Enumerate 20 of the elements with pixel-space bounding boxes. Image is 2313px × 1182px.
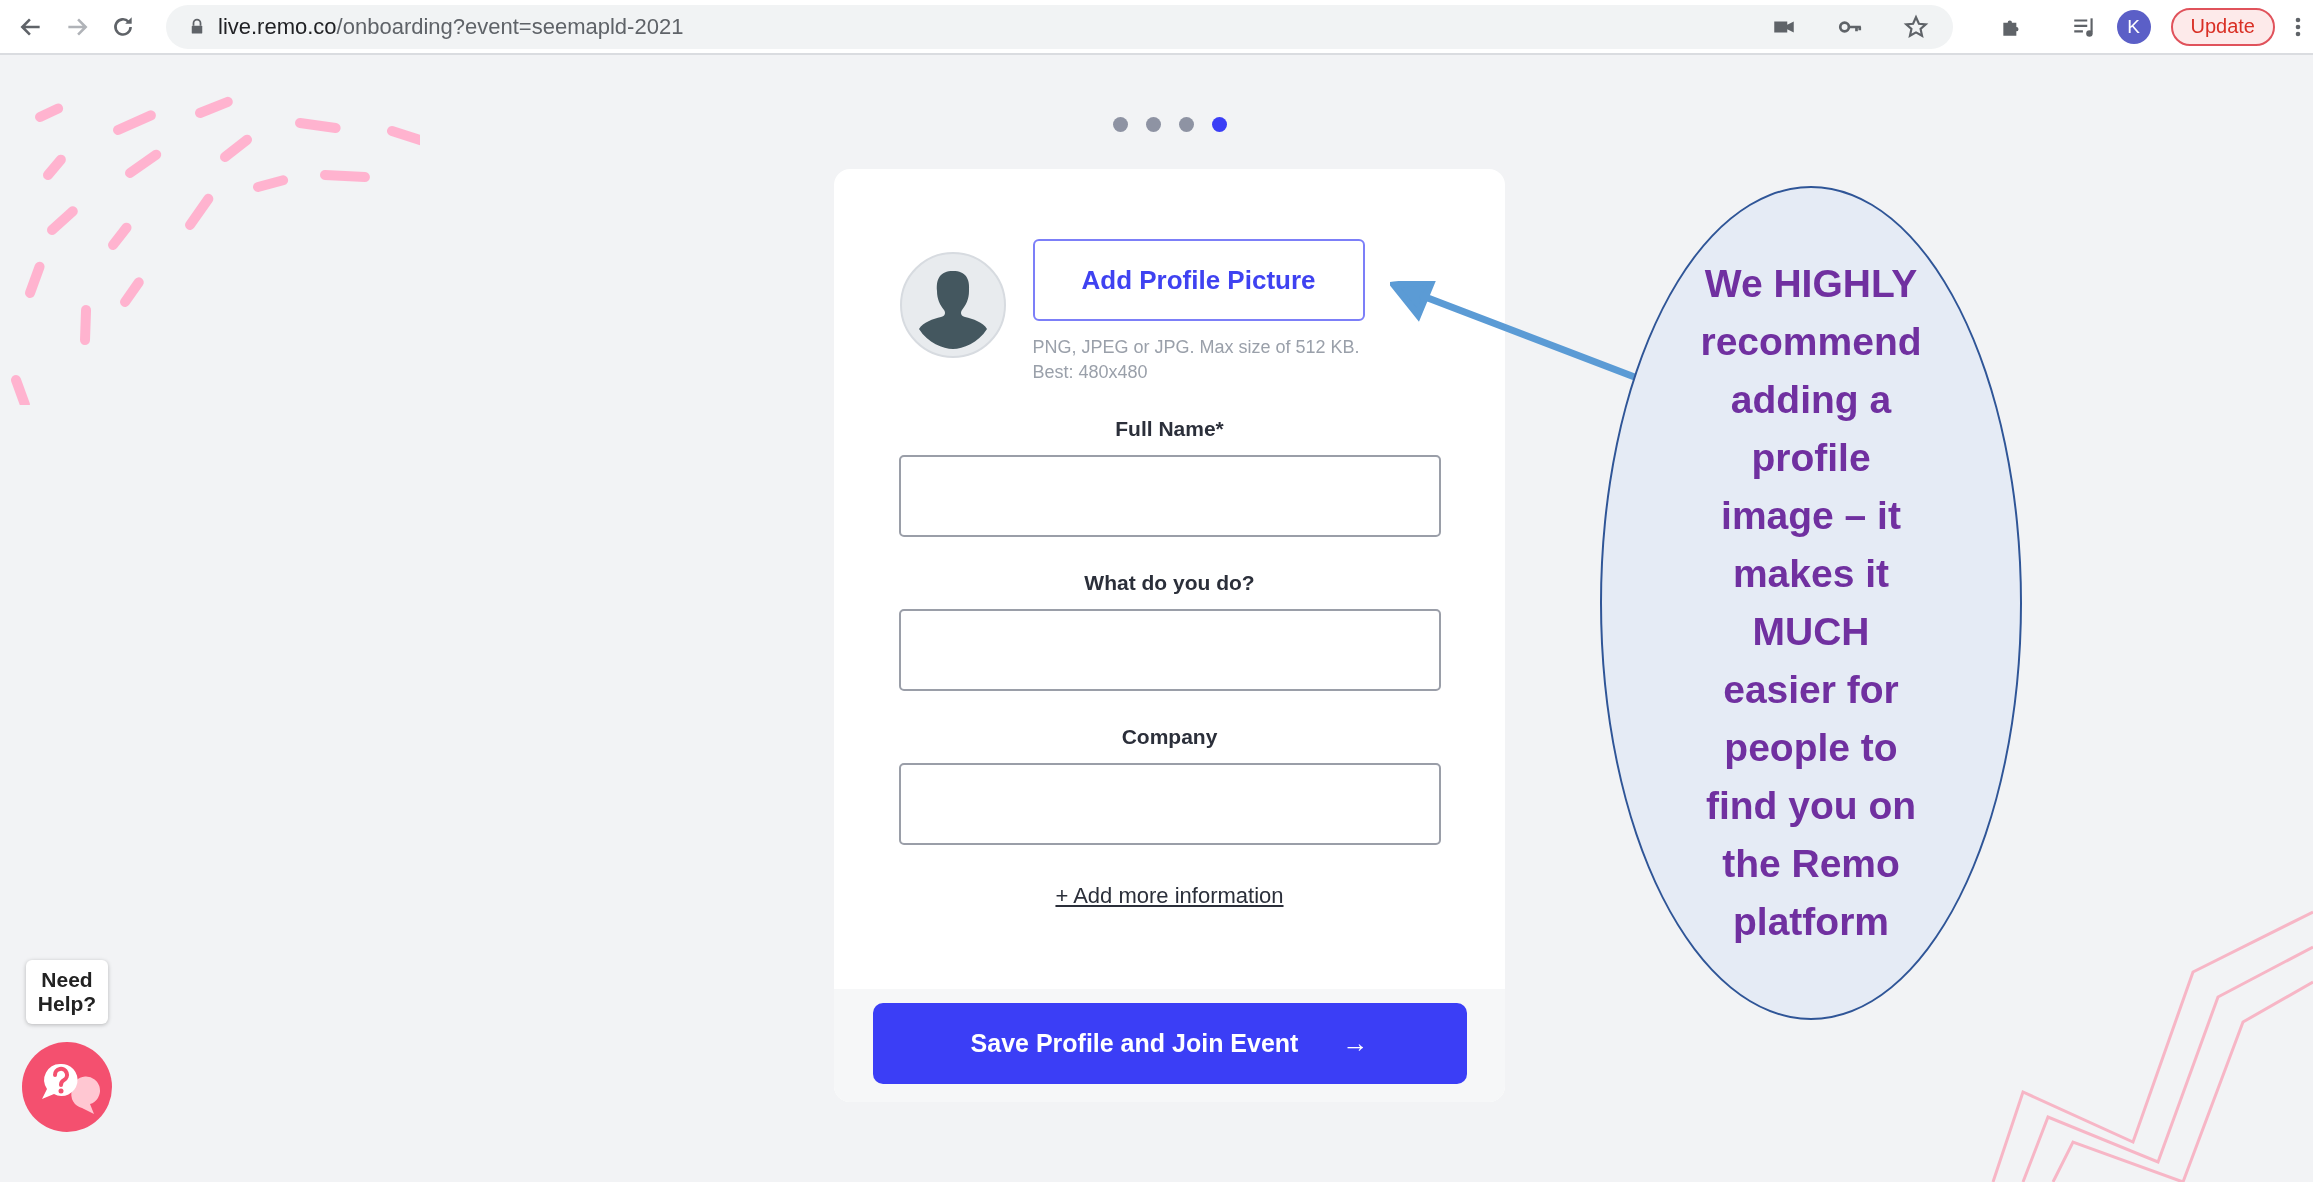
lock-icon bbox=[190, 18, 204, 35]
add-profile-picture-button[interactable]: Add Profile Picture bbox=[1032, 239, 1365, 321]
upload-hint-text: PNG, JPEG or JPG. Max size of 512 KB. bbox=[1032, 337, 1361, 358]
input-field[interactable] bbox=[898, 455, 1441, 537]
star-icon[interactable] bbox=[1902, 13, 1929, 40]
need-help-tooltip: Need Help? bbox=[26, 960, 108, 1024]
add-more-information-link[interactable]: + Add more information bbox=[1055, 883, 1284, 909]
address-text[interactable]: live.remo.co/onboarding?event=seemapld-2021 bbox=[218, 13, 684, 40]
input-field[interactable] bbox=[898, 763, 1441, 845]
avatar-silhouette-icon bbox=[898, 251, 1007, 359]
profile-avatar[interactable]: K bbox=[2116, 9, 2151, 44]
upload-hint-text: Best: 480x480 bbox=[1032, 362, 1149, 383]
update-button[interactable]: Update bbox=[2170, 7, 2275, 46]
callout-text: We HIGHLY recommend adding a profile image – it makes it MUCH easier for people to find you on the Remo platform bbox=[1699, 261, 1923, 945]
input-field[interactable] bbox=[898, 609, 1441, 691]
save-profile-button[interactable]: Save Profile and Join Event → bbox=[872, 1003, 1467, 1084]
field-label: What do you do? bbox=[1084, 571, 1255, 595]
field-label: Company bbox=[1121, 725, 1218, 749]
field-label: Full Name* bbox=[1115, 417, 1224, 441]
help-chat-icon[interactable] bbox=[22, 1042, 112, 1132]
